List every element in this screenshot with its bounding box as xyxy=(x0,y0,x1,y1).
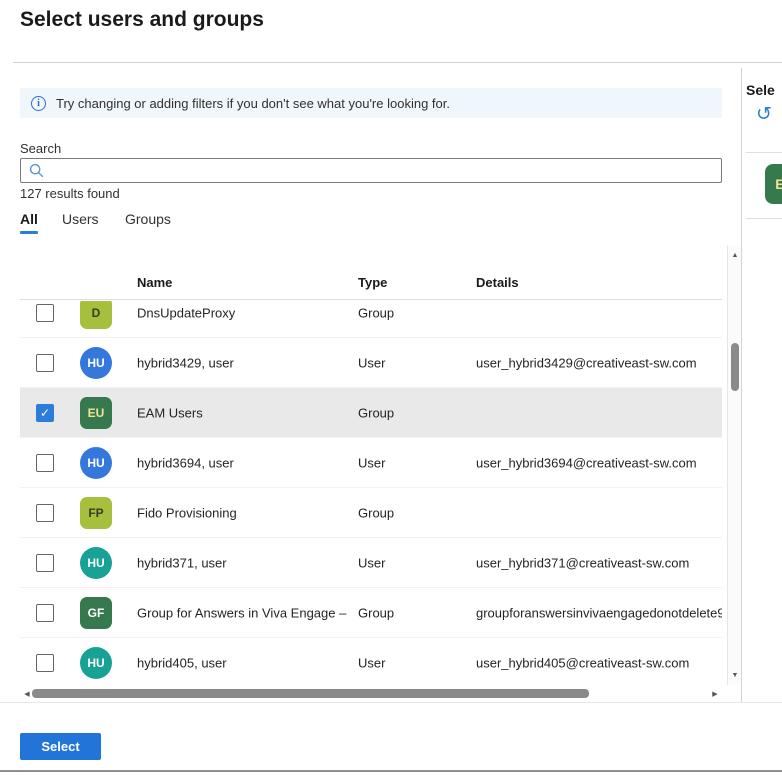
tab-users[interactable]: Users xyxy=(62,211,99,227)
row-name: hybrid3429, user xyxy=(137,355,355,370)
search-label: Search xyxy=(20,141,61,156)
row-name: Fido Provisioning xyxy=(137,505,355,520)
row-type: User xyxy=(358,655,470,670)
row-name: hybrid3694, user xyxy=(137,455,355,470)
table-row[interactable]: FP Fido Provisioning Group xyxy=(20,488,722,538)
search-input[interactable] xyxy=(50,160,721,181)
search-box[interactable] xyxy=(20,158,722,183)
horizontal-scrollbar[interactable]: ◀ ▶ xyxy=(20,687,722,700)
avatar: HU xyxy=(80,347,112,379)
scroll-up-icon[interactable]: ▲ xyxy=(728,247,742,263)
selected-item-avatar: EU xyxy=(765,164,782,204)
row-details: user_hybrid371@creativeast-sw.com xyxy=(476,555,722,570)
row-type: User xyxy=(358,555,470,570)
table-row[interactable]: HU hybrid371, user User user_hybrid371@c… xyxy=(20,538,722,588)
banner-text: Try changing or adding filters if you do… xyxy=(56,96,450,111)
column-header-details: Details xyxy=(476,275,519,290)
avatar: D xyxy=(80,301,112,329)
row-type: Group xyxy=(358,605,470,620)
row-details: groupforanswersinvivaengagedonotdelete9 xyxy=(476,605,722,620)
table-header: Name Type Details xyxy=(20,268,722,300)
row-checkbox[interactable] xyxy=(36,454,54,472)
footer-divider xyxy=(0,702,782,703)
row-checkbox[interactable]: ✓ xyxy=(36,404,54,422)
row-checkbox[interactable] xyxy=(36,554,54,572)
row-checkbox[interactable] xyxy=(36,304,54,322)
row-checkbox[interactable] xyxy=(36,354,54,372)
row-details: user_hybrid3429@creativeast-sw.com xyxy=(476,355,722,370)
avatar: EU xyxy=(80,397,112,429)
row-type: Group xyxy=(358,305,470,320)
row-type: User xyxy=(358,355,470,370)
avatar: HU xyxy=(80,647,112,679)
scroll-down-icon[interactable]: ▼ xyxy=(728,667,742,683)
results-count: 127 results found xyxy=(20,186,120,201)
table-row[interactable]: HU hybrid405, user User user_hybrid405@c… xyxy=(20,638,722,684)
row-name: DnsUpdateProxy xyxy=(137,305,355,320)
row-type: Group xyxy=(358,505,470,520)
select-button[interactable]: Select xyxy=(20,733,101,760)
horizontal-scroll-thumb[interactable] xyxy=(32,689,589,698)
search-icon xyxy=(29,163,44,178)
table-row[interactable]: GF Group for Answers in Viva Engage – Gr… xyxy=(20,588,722,638)
table-row[interactable]: HU hybrid3429, user User user_hybrid3429… xyxy=(20,338,722,388)
column-header-type: Type xyxy=(358,275,387,290)
row-details: user_hybrid3694@creativeast-sw.com xyxy=(476,455,722,470)
avatar: HU xyxy=(80,547,112,579)
table-row[interactable]: HU hybrid3694, user User user_hybrid3694… xyxy=(20,438,722,488)
undo-icon[interactable]: ↺ xyxy=(756,105,772,124)
row-checkbox[interactable] xyxy=(36,654,54,672)
row-checkbox[interactable] xyxy=(36,604,54,622)
results-list: D DnsUpdateProxy Group HU hybrid3429, us… xyxy=(20,301,722,684)
row-type: Group xyxy=(358,405,470,420)
row-name: Group for Answers in Viva Engage – xyxy=(137,605,355,620)
side-panel-divider xyxy=(741,68,742,702)
vertical-scrollbar[interactable]: ▲ ▼ xyxy=(727,245,741,685)
page-title: Select users and groups xyxy=(20,8,264,32)
scroll-right-icon[interactable]: ▶ xyxy=(708,687,722,700)
select-users-groups-dialog: Select users and groups i Try changing o… xyxy=(0,0,782,778)
row-name: hybrid371, user xyxy=(137,555,355,570)
avatar: FP xyxy=(80,497,112,529)
window-bottom-edge xyxy=(0,770,782,772)
avatar: GF xyxy=(80,597,112,629)
tab-all[interactable]: All xyxy=(20,211,38,227)
avatar: HU xyxy=(80,447,112,479)
table-row[interactable]: ✓ EU EAM Users Group xyxy=(20,388,722,438)
row-name: EAM Users xyxy=(137,405,355,420)
table-row[interactable]: D DnsUpdateProxy Group xyxy=(20,301,722,338)
info-icon: i xyxy=(31,96,46,111)
tab-groups[interactable]: Groups xyxy=(125,211,171,227)
row-type: User xyxy=(358,455,470,470)
row-name: hybrid405, user xyxy=(137,655,355,670)
row-details: user_hybrid405@creativeast-sw.com xyxy=(476,655,722,670)
side-panel-title: Sele xyxy=(746,82,775,98)
filter-hint-banner: i Try changing or adding filters if you … xyxy=(20,88,722,118)
side-panel-divider-bottom xyxy=(746,218,782,219)
title-divider xyxy=(13,62,782,63)
column-header-name: Name xyxy=(137,275,172,290)
active-tab-underline xyxy=(20,231,38,234)
row-checkbox[interactable] xyxy=(36,504,54,522)
side-panel-divider-top xyxy=(746,152,782,153)
vertical-scroll-thumb[interactable] xyxy=(731,343,739,391)
